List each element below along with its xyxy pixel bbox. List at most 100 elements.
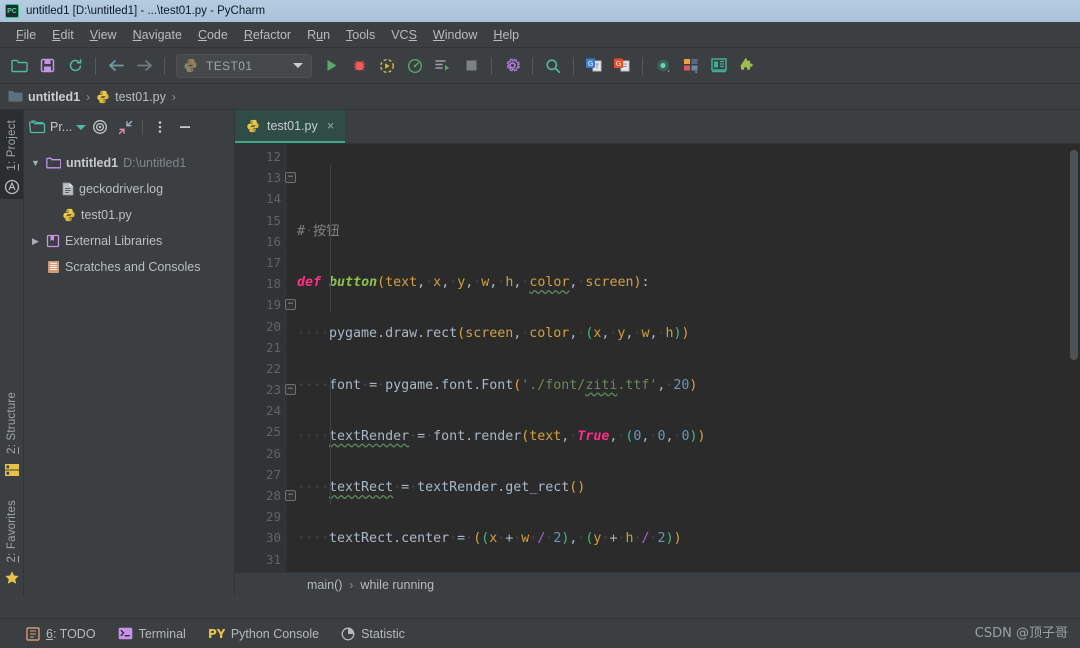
python-file-icon	[63, 208, 75, 222]
gutter-line: 26	[265, 445, 281, 461]
tool-button-project[interactable]: 1: Project	[6, 116, 18, 175]
status-label-python-console: Python Console	[230, 626, 320, 641]
chevron-expanded-icon[interactable]: ▼	[30, 158, 41, 168]
gutter-line: 14	[265, 191, 281, 207]
gutter-line: 17	[265, 254, 281, 270]
folder-icon	[8, 91, 23, 102]
breadcrumb: untitled1 › test01.py ›	[0, 84, 1080, 110]
tree-label-scratches-consoles: Scratches and Consoles	[65, 260, 201, 274]
gutter-line: 13−	[235, 167, 296, 188]
run-with-coverage-icon[interactable]	[374, 53, 400, 79]
code-editor[interactable]: 12 13− 14 15 16 17 18 19− 20 21 22 23− 2…	[235, 144, 1080, 572]
run-config-name: TEST01	[206, 58, 253, 73]
tree-node-external-libraries[interactable]: ▶ External Libraries	[24, 228, 234, 254]
gutter-line: 20	[265, 318, 281, 334]
locate-target-icon[interactable]	[89, 116, 111, 138]
chevron-down-icon[interactable]	[76, 124, 87, 130]
open-folder-icon[interactable]	[6, 53, 32, 79]
left-strip-top-group: 1: Project	[0, 110, 23, 199]
debug-icon[interactable]	[346, 53, 372, 79]
code-line-13: def button(text,·x,·y,·w,·h,·color,·scre…	[297, 275, 650, 291]
breadcrumb-item-project[interactable]: untitled1	[8, 90, 80, 104]
project-panel-title[interactable]: Pr...	[29, 120, 87, 134]
chevron-down-icon[interactable]	[293, 63, 303, 68]
star-icon[interactable]	[4, 570, 20, 586]
breadcrumb-project-label: untitled1	[28, 89, 81, 104]
run-icon[interactable]	[318, 53, 344, 79]
breadcrumb-item-file[interactable]: test01.py	[96, 90, 166, 104]
left-strip-bottom-group: 2: Structure 2: Favorites	[0, 388, 23, 596]
editor-scrollbar-thumb[interactable]	[1070, 150, 1078, 360]
layout-icon[interactable]	[678, 53, 704, 79]
bottom-breadcrumb-item-while[interactable]: while running	[360, 578, 434, 592]
status-button-python-console[interactable]: PY Python Console	[208, 627, 319, 641]
menu-file[interactable]: FFileile	[8, 25, 44, 45]
editor-tab-label: test01.py	[267, 118, 318, 133]
toolbar-separator-4	[532, 56, 533, 75]
gutter-line: 31	[265, 551, 281, 567]
settings-gear-icon[interactable]	[499, 53, 525, 79]
menu-code[interactable]: Code	[190, 25, 236, 45]
tree-node-test01-py[interactable]: test01.py	[24, 202, 234, 228]
menubar: FFileile Edit View Navigate Code Refacto…	[0, 22, 1080, 48]
menu-window[interactable]: Window	[425, 25, 485, 45]
options-menu-icon[interactable]	[149, 116, 171, 138]
indent-guide	[330, 165, 331, 313]
forward-arrow-icon[interactable]	[131, 53, 157, 79]
database-icon[interactable]	[706, 53, 732, 79]
sync-icon[interactable]	[62, 53, 88, 79]
status-label-statistic: Statistic	[361, 626, 405, 641]
record-icon[interactable]	[650, 53, 676, 79]
terminal-icon	[118, 627, 132, 640]
run-configuration-selector[interactable]: TEST01	[176, 53, 312, 78]
status-button-terminal[interactable]: Terminal	[118, 627, 186, 641]
gutter-line: 18	[265, 276, 281, 292]
menu-refactor[interactable]: Refactor	[236, 25, 299, 45]
stop-icon[interactable]	[458, 53, 484, 79]
tree-suffix-untitled1: D:\untitled1	[123, 156, 187, 170]
menu-navigate[interactable]: Navigate	[125, 25, 190, 45]
gutter-line: 24	[265, 403, 281, 419]
profile-icon[interactable]	[402, 53, 428, 79]
code-line-17: ····textRect·=·textRender.get_rect()	[297, 479, 586, 495]
gutter-line: 23−	[235, 379, 296, 400]
run-with-console-icon[interactable]	[430, 53, 456, 79]
editor-gutter[interactable]: 12 13− 14 15 16 17 18 19− 20 21 22 23− 2…	[235, 144, 296, 572]
close-icon[interactable]: ×	[327, 118, 335, 133]
save-all-icon[interactable]	[34, 53, 60, 79]
tree-node-untitled1[interactable]: ▼ untitled1 D:\untitled1	[24, 150, 234, 176]
project-folder-icon	[29, 120, 46, 134]
toolbar-separator-2	[164, 56, 165, 75]
window-title: untitled1 [D:\untitled1] - ...\test01.py…	[26, 5, 266, 17]
status-button-statistic[interactable]: Statistic	[341, 627, 405, 641]
gutter-line: 22	[265, 360, 281, 376]
code-text-area[interactable]: #·按钮 def button(text,·x,·y,·w,·h,·color,…	[287, 144, 1080, 572]
search-everywhere-icon[interactable]	[540, 53, 566, 79]
pycharm-window: PC untitled1 [D:\untitled1] - ...\test01…	[0, 0, 1080, 648]
menu-help[interactable]: Help	[485, 25, 527, 45]
editor-tab-bar: test01.py ×	[235, 110, 1080, 144]
menu-edit[interactable]: Edit	[44, 25, 82, 45]
tool-button-structure[interactable]: 2: Structure	[6, 388, 18, 458]
menu-tools[interactable]: Tools	[338, 25, 383, 45]
hide-panel-icon[interactable]	[174, 116, 196, 138]
project-panel-header: Pr...	[24, 110, 234, 144]
chevron-collapsed-icon[interactable]: ▶	[30, 236, 41, 247]
back-arrow-icon[interactable]	[103, 53, 129, 79]
structure-icon[interactable]	[4, 462, 20, 478]
translate-icon[interactable]: G	[581, 53, 607, 79]
plugin-puzzle-icon[interactable]	[734, 53, 760, 79]
status-button-todo[interactable]: 6: TODO	[26, 627, 96, 641]
tree-node-geckodriver-log[interactable]: geckodriver.log	[24, 176, 234, 202]
tool-button-favorites[interactable]: 2: Favorites	[6, 496, 18, 567]
tree-node-scratches-consoles[interactable]: Scratches and Consoles	[24, 254, 234, 280]
translate-document-icon[interactable]: G	[609, 53, 635, 79]
menu-view[interactable]: View	[82, 25, 125, 45]
bottom-breadcrumb-item-main[interactable]: main()	[307, 578, 342, 592]
menu-run[interactable]: Run	[299, 25, 338, 45]
editor-tab-test01-py[interactable]: test01.py ×	[235, 110, 346, 143]
menu-vcs[interactable]: VCS	[383, 25, 425, 45]
maven-icon[interactable]	[4, 179, 20, 195]
gutter-line: 16	[265, 233, 281, 249]
collapse-all-icon[interactable]	[114, 116, 136, 138]
